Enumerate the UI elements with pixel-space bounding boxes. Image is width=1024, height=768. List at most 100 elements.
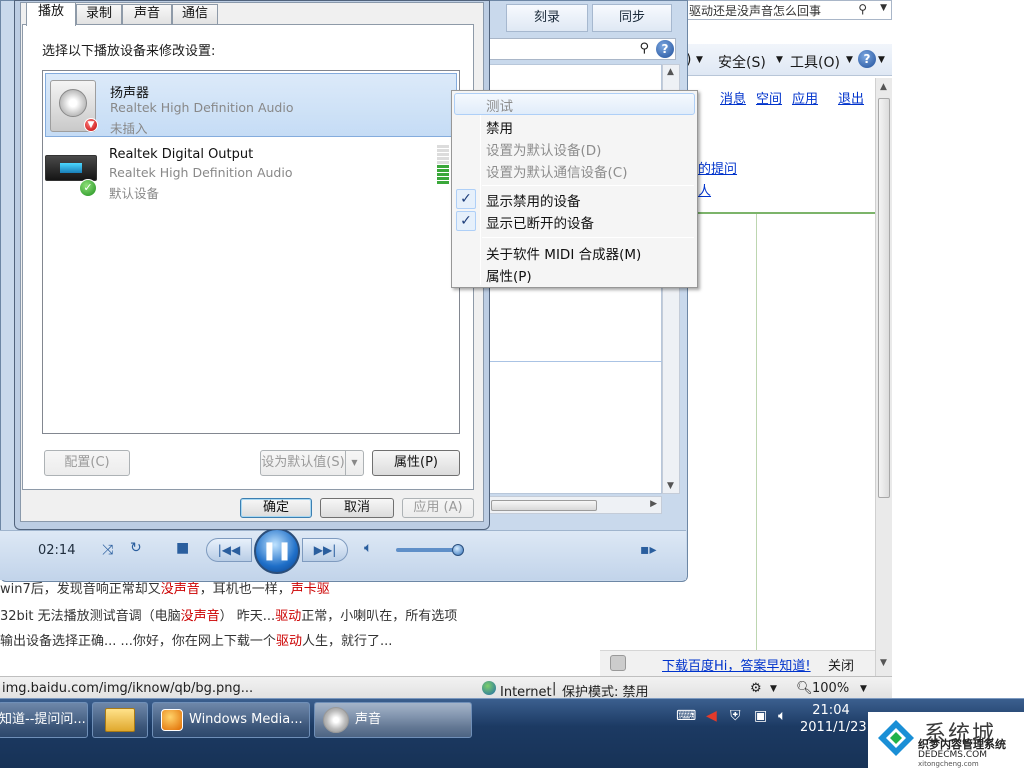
- scroll-right-icon[interactable]: ▶: [650, 499, 657, 509]
- scrollbar-thumb[interactable]: [491, 500, 597, 511]
- menu-item-show-disabled[interactable]: 显示禁用的设备: [486, 190, 581, 210]
- notice-icon: [610, 655, 626, 671]
- help-icon[interactable]: ?: [858, 50, 876, 68]
- scroll-down-icon[interactable]: ▼: [880, 658, 887, 668]
- properties-button[interactable]: 属性(P): [372, 450, 460, 476]
- search-result-line[interactable]: 32bit 无法播放测试音调（电脑没声音） 昨天...驱动正常，小喇叭在，所有选…: [0, 605, 457, 624]
- network-icon[interactable]: ▣: [754, 708, 767, 724]
- next-button[interactable]: ▶▶|: [302, 538, 348, 562]
- menu-item-about-midi[interactable]: 关于软件 MIDI 合成器(M): [486, 243, 641, 263]
- result-text-segment: win7后，发现音响正常却又: [0, 582, 161, 597]
- tab-burn[interactable]: 刻录: [506, 4, 588, 32]
- menu-item-test[interactable]: 测试: [486, 95, 513, 115]
- divider-line: [756, 214, 757, 714]
- taskbar-button-media-player[interactable]: Windows Media...: [152, 702, 310, 738]
- volume-muted-icon[interactable]: ◀: [706, 708, 717, 724]
- media-player-icon: [161, 708, 183, 731]
- meter-segment: [437, 161, 449, 164]
- link-logout[interactable]: 退出: [838, 88, 864, 107]
- repeat-icon[interactable]: ↻: [130, 540, 142, 556]
- menu-item-disable[interactable]: 禁用: [486, 117, 513, 137]
- scroll-up-icon[interactable]: ▲: [667, 67, 674, 77]
- divider-line: [489, 361, 663, 362]
- chevron-down-icon[interactable]: ▼: [880, 3, 887, 13]
- list-item-digital-output[interactable]: ✓ Realtek Digital Output Realtek High De…: [45, 139, 457, 203]
- list-item-speaker[interactable]: ▼ 扬声器 Realtek High Definition Audio 未插入: [45, 73, 457, 137]
- security-icon[interactable]: ⚙: [750, 681, 762, 696]
- chevron-down-icon[interactable]: ▼: [770, 684, 777, 694]
- link-apps[interactable]: 应用: [792, 88, 818, 107]
- pause-button[interactable]: ❚❚: [254, 528, 300, 574]
- shield-icon[interactable]: ⛨: [730, 708, 741, 724]
- chevron-down-icon[interactable]: ▼: [860, 684, 867, 694]
- chevron-down-icon[interactable]: ▼: [878, 55, 885, 65]
- taskbar-button-sound[interactable]: 声音: [314, 702, 472, 738]
- configure-button[interactable]: 配置(C): [44, 450, 130, 476]
- watermark-line2: DEDECMS.COM: [918, 750, 987, 760]
- notice-link[interactable]: 下载百度Hi，答案早知道!: [662, 655, 811, 674]
- clock-date: 2011/1/23: [800, 720, 867, 735]
- stop-icon[interactable]: ■: [176, 540, 189, 556]
- menu-item-set-default[interactable]: 设置为默认设备(D): [486, 139, 601, 159]
- taskbar-clock[interactable]: 21:04 2011/1/23: [800, 702, 867, 736]
- link-messages[interactable]: 消息: [720, 88, 746, 107]
- chevron-down-icon[interactable]: ▼: [345, 451, 363, 475]
- search-icon[interactable]: ⚲: [639, 41, 649, 56]
- scrollbar-thumb[interactable]: [878, 98, 890, 498]
- ie-search-box[interactable]: 驱动还是没声音怎么回事 ⚲ ▼: [684, 0, 892, 20]
- ie-vertical-scrollbar[interactable]: ▲ ▼: [875, 78, 892, 676]
- set-default-button[interactable]: 设为默认值(S) ▼: [260, 450, 364, 476]
- result-text-segment: 声卡驱: [290, 582, 330, 597]
- volume-icon[interactable]: 🔈︎: [364, 540, 372, 556]
- meter-segment: [437, 145, 449, 148]
- menu-item-set-default-comm[interactable]: 设置为默认通信设备(C): [486, 161, 627, 181]
- safety-menu[interactable]: 安全(S): [718, 52, 766, 72]
- status-zoom[interactable]: 100%: [812, 681, 849, 696]
- tab-sounds[interactable]: 声音: [122, 4, 172, 24]
- taskbar-button-explorer[interactable]: [92, 702, 148, 738]
- apply-button[interactable]: 应用 (A): [402, 498, 474, 518]
- tab-communications[interactable]: 通信: [172, 4, 218, 24]
- help-icon[interactable]: ?: [656, 40, 674, 58]
- folder-icon: [105, 708, 135, 732]
- device-name: 扬声器: [110, 86, 150, 101]
- volume-icon[interactable]: 🔈︎: [778, 708, 786, 724]
- media-search-input[interactable]: ⚲ ▼: [488, 38, 676, 60]
- notice-close-button[interactable]: 关闭: [828, 655, 854, 674]
- previous-button[interactable]: |◀◀: [206, 538, 252, 562]
- media-horizontal-scrollbar[interactable]: ▶: [488, 496, 662, 514]
- tab-playback[interactable]: 播放: [26, 2, 76, 26]
- tools-menu[interactable]: 工具(O): [790, 52, 840, 72]
- chevron-down-icon[interactable]: ▼: [776, 55, 783, 65]
- device-driver: Realtek High Definition Audio: [109, 165, 293, 180]
- meter-segment: [437, 165, 449, 168]
- link-fragment[interactable]: 人: [698, 180, 711, 199]
- scroll-down-icon[interactable]: ▼: [667, 481, 674, 491]
- menu-item-properties[interactable]: 属性(P): [486, 265, 532, 285]
- ie-search-text: 驱动还是没声音怎么回事: [689, 4, 822, 18]
- result-text-segment: 输出设备选择正确... ...你好，你在网上下载一个: [0, 634, 276, 649]
- playback-device-list[interactable]: ▼ 扬声器 Realtek High Definition Audio 未插入 …: [42, 70, 460, 434]
- keyboard-icon[interactable]: ⌨: [676, 708, 696, 724]
- cancel-button[interactable]: 取消: [320, 498, 394, 518]
- tab-recording[interactable]: 录制: [76, 4, 122, 24]
- chevron-down-icon[interactable]: ▼: [846, 55, 853, 65]
- ok-button[interactable]: 确定: [240, 498, 312, 518]
- volume-slider-thumb[interactable]: [452, 544, 464, 556]
- search-result-line[interactable]: 输出设备选择正确... ...你好，你在网上下载一个驱动人生，就行了...: [0, 630, 392, 649]
- link-space[interactable]: 空间: [756, 88, 782, 107]
- link-question[interactable]: 的提问: [698, 158, 737, 177]
- search-icon[interactable]: ⚲: [858, 2, 867, 16]
- zoom-icon[interactable]: 🔍︎: [796, 681, 813, 696]
- menu-item-show-disconnected[interactable]: 显示已断开的设备: [486, 212, 594, 232]
- switch-to-now-playing-icon[interactable]: ▪▸: [640, 542, 657, 558]
- media-player-tabs: 刻录 同步: [488, 4, 684, 34]
- scroll-up-icon[interactable]: ▲: [880, 82, 887, 92]
- chevron-down-icon[interactable]: ▼: [696, 55, 703, 65]
- taskbar-label: 知道--提问问...: [0, 712, 86, 727]
- taskbar-button-ie[interactable]: 知道--提问问...: [0, 702, 88, 738]
- watermark-line3: xitongcheng.com: [918, 760, 979, 768]
- tab-sync[interactable]: 同步: [592, 4, 672, 32]
- shuffle-icon[interactable]: ⤨: [102, 542, 113, 558]
- device-name: Realtek Digital Output: [109, 147, 254, 162]
